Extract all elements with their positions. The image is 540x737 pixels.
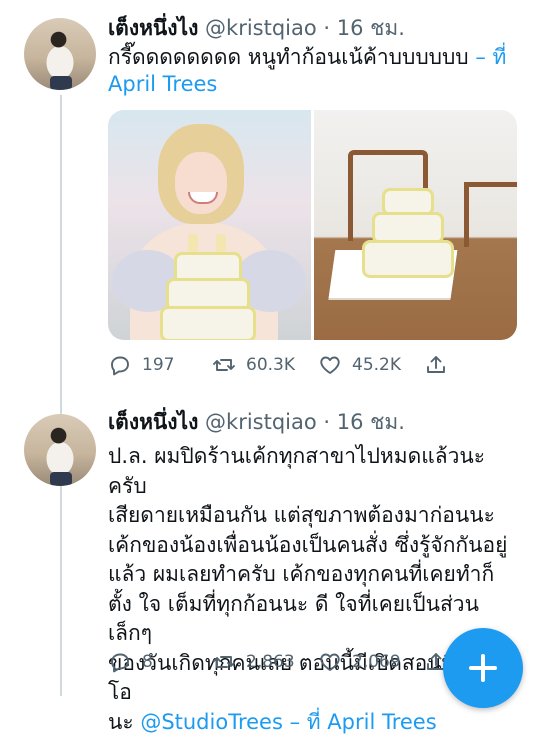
cake-illustration [160, 234, 252, 340]
retweet-icon [212, 353, 236, 377]
reply-count: 8 [142, 652, 153, 672]
tweet-text-segment: กรี๊ดดดดดดดด หนูทำก้อนเน้ค้าบบบบบบ [108, 45, 469, 69]
location-prefix[interactable]: – ที่ [475, 45, 506, 69]
plus-icon [469, 654, 497, 682]
display-name[interactable]: เต็งหนึ่งไง [108, 16, 198, 40]
reply-button[interactable]: 197 [108, 353, 174, 377]
reply-icon [108, 650, 132, 674]
location-link[interactable]: – ที่ April Trees [283, 710, 437, 734]
tweet-text-segment: นะ [108, 710, 140, 734]
cake-tier [160, 306, 256, 340]
media-photo-1[interactable] [108, 110, 311, 340]
tweet-header: เต็งหนึ่งไง @kristqiao · 16 ชม. [108, 14, 405, 42]
photo-chair [464, 182, 517, 247]
media-photo-2[interactable] [314, 110, 517, 340]
heart-icon [318, 353, 342, 377]
cake-illustration [362, 188, 448, 282]
retweet-icon [212, 650, 236, 674]
tweet-text-line: กรี๊ดดดดดดดด หนูทำก้อนเน้ค้าบบบบบบ – ที่ [108, 44, 520, 71]
retweet-count: 2,863 [246, 652, 295, 672]
reply-button[interactable]: 8 [108, 650, 153, 674]
tweet-text-line: นะ @StudioTrees – ที่ April Trees [108, 708, 520, 737]
tweet-text: กรี๊ดดดดดดดด หนูทำก้อนเน้ค้าบบบบบบ – ที่… [108, 44, 520, 98]
handle-and-time[interactable]: @kristqiao · 16 ชม. [205, 410, 405, 434]
candle [216, 234, 226, 252]
tweet-text-line: แล้ว ผมเลยทำครับ เค้กของทุกคนที่เคยทำก็ [108, 560, 520, 590]
reply-icon [108, 353, 132, 377]
tweet-text-line: ป.ล. ผมปิดร้านเค้กทุกสาขาไปหมดแล้วนะครับ [108, 442, 520, 501]
retweet-count: 60.3K [246, 355, 295, 375]
avatar[interactable] [24, 414, 96, 486]
like-button[interactable]: 2,069 [318, 650, 401, 674]
display-name[interactable]: เต็งหนึ่งไง [108, 410, 198, 434]
compose-button[interactable] [443, 628, 523, 708]
tweet-media[interactable] [108, 110, 517, 340]
tweet-actions: 197 60.3K 45.2K [108, 353, 520, 381]
location-link[interactable]: April Trees [108, 71, 520, 98]
tweet-header: เต็งหนึ่งไง @kristqiao · 16 ชม. [108, 408, 405, 436]
like-count: 2,069 [352, 652, 401, 672]
thread-line [60, 95, 62, 696]
reply-count: 197 [142, 355, 174, 375]
mention-link[interactable]: @StudioTrees [140, 710, 283, 734]
share-button[interactable] [424, 353, 448, 377]
avatar[interactable] [24, 18, 96, 90]
retweet-button[interactable]: 60.3K [212, 353, 295, 377]
share-icon [424, 353, 448, 377]
handle-and-time[interactable]: @kristqiao · 16 ชม. [205, 16, 405, 40]
candle [188, 234, 198, 252]
cake-tier [362, 240, 454, 278]
photo-face [175, 152, 227, 214]
tweet-text-line: เสียดายเหมือนกัน แต่สุขภาพต้องมาก่อนนะ [108, 501, 520, 531]
retweet-button[interactable]: 2,863 [212, 650, 295, 674]
like-count: 45.2K [352, 355, 401, 375]
like-button[interactable]: 45.2K [318, 353, 401, 377]
heart-icon [318, 650, 342, 674]
tweet-text-line: เค้กของน้องเพื่อนน้องเป็นคนสั่ง ซึ่งรู้จ… [108, 531, 520, 561]
